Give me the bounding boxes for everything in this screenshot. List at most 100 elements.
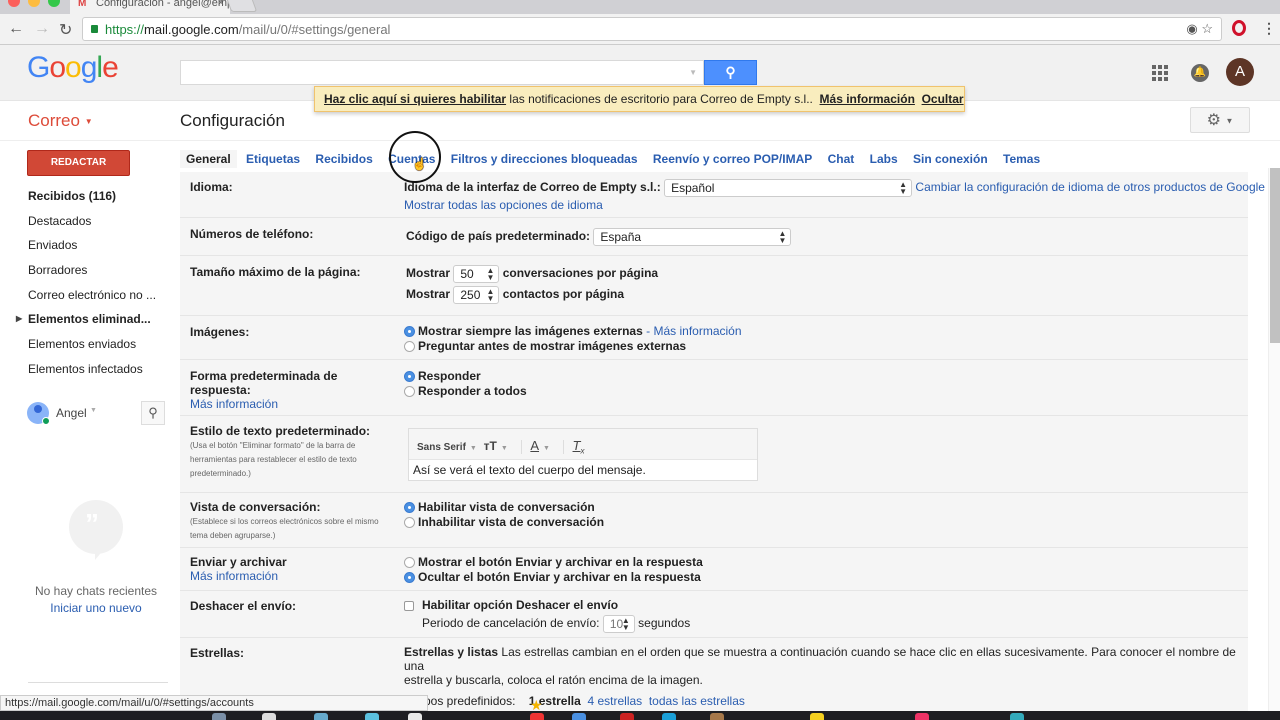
formatting-toolbar: Sans Serif ▼ ᴛT ▼ A ▼ Tx — [409, 429, 757, 460]
preset-all-stars-link[interactable]: todas las estrellas — [649, 694, 745, 708]
sidebar-item-drafts[interactable]: Borradores — [0, 260, 165, 285]
banner-more-info-link[interactable]: Más información — [820, 92, 915, 106]
dock-app-icon[interactable] — [572, 713, 586, 720]
send-archive-more-info-link[interactable]: Más información — [190, 569, 278, 583]
dock-app-icon[interactable] — [620, 713, 634, 720]
forward-icon[interactable]: → — [34, 20, 50, 38]
scrollbar-thumb[interactable] — [1270, 168, 1280, 343]
show-all-language-options-link[interactable]: Mostrar todas las opciones de idioma — [404, 198, 603, 212]
browser-menu-icon[interactable]: ⋮ — [1262, 20, 1276, 37]
hangouts-search-button[interactable]: ⚲ — [141, 401, 165, 425]
dock-app-icon[interactable] — [915, 713, 929, 720]
settings-gear-button[interactable]: ⚙ ▼ — [1190, 107, 1250, 133]
change-language-other-products-link[interactable]: Cambiar la configuración de idioma de ot… — [915, 180, 1265, 194]
apps-grid-icon[interactable] — [1152, 65, 1168, 81]
radio-button[interactable] — [404, 341, 415, 353]
dock-app-icon[interactable] — [212, 713, 226, 720]
conversation-option-disable[interactable]: Inhabilitar vista de conversación — [404, 515, 604, 530]
radio-button[interactable] — [404, 386, 415, 398]
search-icon: ⚲ — [148, 405, 158, 420]
conversation-option-enable[interactable]: Habilitar vista de conversación — [404, 500, 604, 515]
dock-app-icon[interactable] — [314, 713, 328, 720]
images-option-ask[interactable]: Preguntar antes de mostrar imágenes exte… — [404, 339, 742, 354]
expand-arrow-icon[interactable]: ▶ — [16, 309, 22, 329]
radio-button[interactable] — [404, 557, 415, 569]
default-text-style-editor[interactable]: Sans Serif ▼ ᴛT ▼ A ▼ Tx Así se verá el tex… — [408, 428, 758, 481]
tab-inbox[interactable]: Recibidos — [309, 150, 378, 168]
font-size-icon[interactable]: ᴛT — [484, 439, 497, 453]
dock-app-icon[interactable] — [530, 713, 544, 720]
product-switcher[interactable]: Correo ▼ — [28, 111, 93, 131]
search-button[interactable]: ⚲ — [704, 60, 757, 85]
dock-app-icon[interactable] — [710, 713, 724, 720]
tab-chat[interactable]: Chat — [822, 150, 861, 168]
search-options-icon[interactable]: ▼ — [689, 68, 697, 77]
banner-hide-link[interactable]: Ocultar — [922, 92, 964, 106]
send-archive-option-hide[interactable]: Ocultar el botón Enviar y archivar en la… — [404, 570, 703, 585]
language-select[interactable]: Español ▲ ▼ — [664, 179, 913, 197]
dock-app-icon[interactable] — [262, 713, 276, 720]
sidebar-item-deleted[interactable]: ▶ Elementos eliminad... — [0, 309, 165, 334]
sidebar-item-spam[interactable]: Correo electrónico no ... — [0, 285, 165, 310]
tab-labels[interactable]: Etiquetas — [240, 150, 306, 168]
dock-app-icon[interactable] — [1010, 713, 1024, 720]
radio-button[interactable] — [404, 517, 415, 529]
tab-labs[interactable]: Labs — [864, 150, 904, 168]
opera-extension-icon[interactable] — [1232, 20, 1246, 36]
tab-general[interactable]: General — [180, 150, 237, 168]
cancel-period-select[interactable]: 10 ▲ ▼ — [602, 615, 635, 633]
dock-app-icon[interactable] — [810, 713, 824, 720]
address-bar[interactable]: https://mail.google.com/mail/u/0/#settin… — [82, 17, 1222, 41]
reply-option-reply-all[interactable]: Responder a todos — [404, 384, 527, 399]
images-option-always[interactable]: Mostrar siempre las imágenes externas - … — [404, 324, 742, 339]
back-icon[interactable]: ← — [8, 20, 24, 38]
contacts-per-page-select[interactable]: 250 ▲ ▼ — [453, 286, 500, 304]
minimize-window-button[interactable] — [28, 0, 40, 7]
preset-4-stars-link[interactable]: 4 estrellas — [587, 694, 642, 708]
start-new-chat-link[interactable]: Iniciar uno nuevo — [0, 601, 192, 615]
reply-more-info-link[interactable]: Más información — [190, 397, 278, 411]
sidebar-item-inbox[interactable]: Recibidos (116) — [0, 186, 165, 211]
conversations-per-page-select[interactable]: 50 ▲ ▼ — [453, 265, 500, 283]
setting-label: Números de teléfono: — [190, 227, 314, 241]
compose-button[interactable]: REDACTAR — [27, 150, 130, 176]
text-color-icon[interactable]: A — [530, 438, 539, 453]
close-window-button[interactable] — [8, 0, 20, 7]
eye-icon[interactable]: ◉ — [1186, 21, 1197, 36]
remove-formatting-icon[interactable]: Tx — [573, 438, 585, 456]
mail-search-input[interactable]: ▼ — [180, 60, 704, 85]
undo-send-checkbox[interactable] — [404, 600, 414, 611]
notifications-bell-icon[interactable]: 🔔 — [1191, 64, 1209, 82]
tab-offline[interactable]: Sin conexión — [907, 150, 994, 168]
dock-app-icon[interactable] — [408, 713, 422, 720]
tab-filters[interactable]: Filtros y direcciones bloqueadas — [445, 150, 644, 168]
sidebar-item-sent-items[interactable]: Elementos enviados — [0, 334, 165, 359]
bookmark-star-icon[interactable]: ☆ — [1201, 21, 1213, 36]
google-logo[interactable]: Google — [27, 51, 119, 85]
sidebar-item-sent[interactable]: Enviados — [0, 235, 165, 260]
sidebar-item-starred[interactable]: Destacados — [0, 211, 165, 236]
tab-themes[interactable]: Temas — [997, 150, 1046, 168]
maximize-window-button[interactable] — [48, 0, 60, 7]
radio-button[interactable] — [404, 326, 415, 338]
country-code-select[interactable]: España ▲ ▼ — [593, 228, 792, 246]
logo-letter: e — [102, 51, 119, 84]
send-archive-option-show[interactable]: Mostrar el botón Enviar y archivar en la… — [404, 555, 703, 570]
account-avatar[interactable]: A — [1226, 58, 1254, 86]
browser-tab[interactable]: M Configuración - angel@empty × — [70, 0, 230, 14]
enable-notifications-link[interactable]: Haz clic aquí si quieres habilitar — [324, 92, 506, 106]
dock-app-icon[interactable] — [365, 713, 379, 720]
radio-button[interactable] — [404, 572, 415, 584]
close-tab-icon[interactable]: × — [218, 0, 224, 9]
radio-button[interactable] — [404, 502, 415, 514]
option-label: Responder a todos — [418, 384, 527, 398]
tab-forwarding[interactable]: Reenvío y correo POP/IMAP — [647, 150, 818, 168]
radio-button[interactable] — [404, 371, 415, 383]
images-more-info-link[interactable]: Más información — [653, 324, 741, 338]
dock-app-icon[interactable] — [662, 713, 676, 720]
sidebar-item-infected[interactable]: Elementos infectados — [0, 359, 165, 384]
font-family-button[interactable]: Sans Serif — [417, 442, 466, 453]
reply-option-reply[interactable]: Responder — [404, 369, 527, 384]
undo-send-checkbox-row[interactable]: Habilitar opción Deshacer el envío — [404, 598, 690, 613]
reload-icon[interactable]: ↻ — [59, 20, 72, 40]
